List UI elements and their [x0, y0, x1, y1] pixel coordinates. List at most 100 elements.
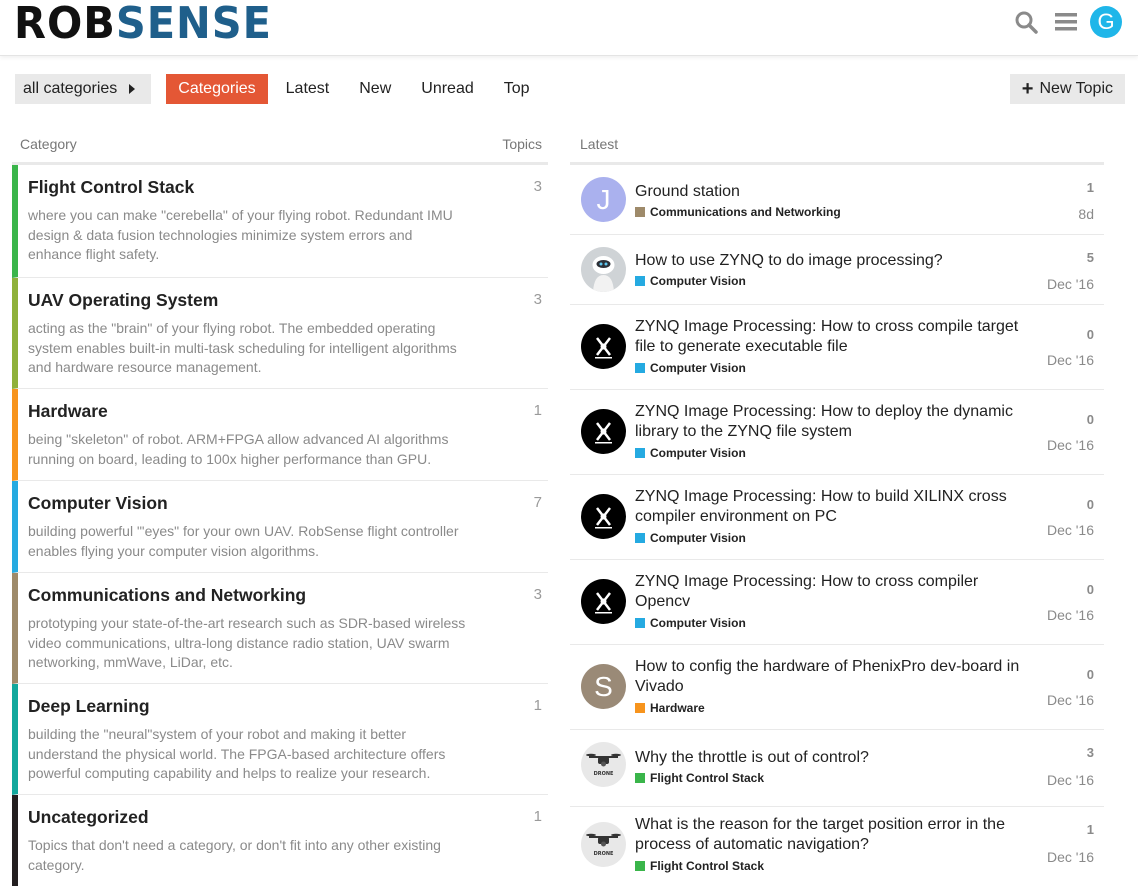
reply-count: 0	[1086, 327, 1094, 342]
topic-category[interactable]: Computer Vision	[635, 531, 746, 545]
category-color-square	[635, 618, 645, 628]
column-topics: Topics	[502, 136, 542, 152]
category-row[interactable]: Communications and Networking prototypin…	[12, 573, 548, 684]
logo-text: ROBSENSE	[14, 2, 272, 42]
topic-category-label: Computer Vision	[650, 274, 746, 288]
category-row[interactable]: Computer Vision building powerful "'eyes…	[12, 481, 548, 573]
topic-category[interactable]: Computer Vision	[635, 361, 746, 375]
category-color-square	[635, 207, 645, 217]
topic-title[interactable]: How to config the hardware of PhenixPro …	[635, 657, 1035, 697]
topic-row[interactable]: ZYNQ Image Processing: How to cross comp…	[570, 560, 1104, 645]
hamburger-icon[interactable]	[1052, 8, 1080, 36]
category-color-square	[635, 533, 645, 543]
reply-count: 1	[1086, 822, 1094, 837]
tab-categories[interactable]: Categories	[166, 74, 268, 104]
reply-count: 0	[1086, 667, 1094, 682]
category-description: building the "neural"system of your robo…	[28, 726, 446, 781]
drone-avatar-text: DRONE	[594, 851, 614, 857]
activity-date: Dec '16	[1046, 772, 1094, 788]
topic-category[interactable]: Hardware	[635, 701, 705, 715]
topic-category[interactable]: Computer Vision	[635, 446, 746, 460]
category-description: where you can make "cerebella" of your f…	[28, 207, 453, 262]
categories-header: Category Topics	[12, 130, 548, 165]
topic-category-label: Computer Vision	[650, 531, 746, 545]
activity-date: Dec '16	[1046, 352, 1094, 368]
topic-category-label: Communications and Networking	[650, 205, 841, 219]
topic-row[interactable]: ZYNQ Image Processing: How to cross comp…	[570, 305, 1104, 390]
category-dropdown[interactable]: all categories	[15, 74, 152, 104]
user-avatar[interactable]: J	[581, 177, 626, 222]
category-row[interactable]: Flight Control Stack where you can make …	[12, 165, 548, 278]
drone-avatar[interactable]: DRONE	[581, 742, 626, 787]
topic-title[interactable]: How to use ZYNQ to do image processing?	[635, 251, 1035, 271]
drone-logo-avatar[interactable]	[581, 324, 626, 369]
activity-date: Dec '16	[1046, 522, 1094, 538]
topic-row[interactable]: ZYNQ Image Processing: How to build XILI…	[570, 475, 1104, 560]
topic-title[interactable]: ZYNQ Image Processing: How to build XILI…	[635, 487, 1035, 527]
tab-unread[interactable]: Unread	[409, 74, 485, 104]
robsense-logo[interactable]: ROBSENSE	[14, 2, 276, 42]
category-row[interactable]: Deep Learning building the "neural"syste…	[12, 684, 548, 795]
topic-row[interactable]: S How to config the hardware of PhenixPr…	[570, 645, 1104, 730]
category-description: building powerful "'eyes" for your own U…	[28, 523, 459, 559]
category-name[interactable]: Flight Control Stack	[28, 177, 508, 198]
topic-category-label: Hardware	[650, 701, 705, 715]
activity-date: Dec '16	[1046, 607, 1094, 623]
category-color-square	[635, 363, 645, 373]
drone-logo-avatar[interactable]	[581, 494, 626, 539]
topic-title[interactable]: Why the throttle is out of control?	[635, 748, 1035, 768]
search-icon[interactable]	[1012, 8, 1040, 36]
topic-row[interactable]: ZYNQ Image Processing: How to deploy the…	[570, 390, 1104, 475]
category-color-square	[635, 773, 645, 783]
topic-category-label: Flight Control Stack	[650, 771, 764, 785]
drone-logo-avatar[interactable]	[581, 579, 626, 624]
topic-title[interactable]: Ground station	[635, 182, 1035, 202]
category-row[interactable]: Uncategorized Topics that don't need a c…	[12, 795, 548, 886]
topic-row[interactable]: J Ground station Communications and Netw…	[570, 165, 1104, 235]
topic-title[interactable]: ZYNQ Image Processing: How to deploy the…	[635, 402, 1035, 442]
drone-avatar[interactable]: DRONE	[581, 822, 626, 867]
category-color-square	[635, 448, 645, 458]
robot-avatar[interactable]	[581, 247, 626, 292]
category-description: Topics that don't need a category, or do…	[28, 837, 441, 873]
topic-category[interactable]: Computer Vision	[635, 616, 746, 630]
navigation-bar: all categories Categories Latest New Unr…	[15, 74, 542, 104]
topic-category[interactable]: Flight Control Stack	[635, 859, 764, 873]
topic-title[interactable]: What is the reason for the target positi…	[635, 815, 1035, 855]
category-name[interactable]: Communications and Networking	[28, 585, 508, 606]
topic-row[interactable]: How to use ZYNQ to do image processing? …	[570, 235, 1104, 305]
category-color-square	[635, 703, 645, 713]
user-avatar[interactable]: G	[1090, 6, 1122, 38]
topic-category-label: Flight Control Stack	[650, 859, 764, 873]
category-row[interactable]: UAV Operating System acting as the "brai…	[12, 278, 548, 389]
topic-category[interactable]: Flight Control Stack	[635, 771, 764, 785]
topic-category[interactable]: Communications and Networking	[635, 205, 841, 219]
category-row[interactable]: Hardware being "skeleton" of robot. ARM+…	[12, 389, 548, 481]
topic-row[interactable]: DRONE What is the reason for the target …	[570, 807, 1104, 886]
reply-count: 3	[1086, 745, 1094, 760]
categories-table: Category Topics Flight Control Stack whe…	[12, 130, 548, 886]
topic-title[interactable]: ZYNQ Image Processing: How to cross comp…	[635, 572, 1035, 612]
topic-category[interactable]: Computer Vision	[635, 274, 746, 288]
category-name[interactable]: Hardware	[28, 401, 508, 422]
topic-title[interactable]: ZYNQ Image Processing: How to cross comp…	[635, 317, 1035, 357]
new-topic-button[interactable]: + New Topic	[1009, 74, 1125, 104]
tab-top[interactable]: Top	[492, 74, 542, 104]
site-header: ROBSENSE G	[0, 0, 1138, 56]
category-name[interactable]: Uncategorized	[28, 807, 508, 828]
topic-category-label: Computer Vision	[650, 446, 746, 460]
category-topic-count: 1	[533, 697, 542, 714]
category-name[interactable]: UAV Operating System	[28, 290, 508, 311]
drone-logo-avatar[interactable]	[581, 409, 626, 454]
category-topic-count: 1	[533, 808, 542, 825]
tab-latest[interactable]: Latest	[274, 74, 342, 104]
category-topic-count: 3	[533, 586, 542, 603]
column-category: Category	[20, 136, 77, 152]
user-initial: G	[1097, 9, 1115, 34]
reply-count: 0	[1086, 412, 1094, 427]
user-avatar[interactable]: S	[581, 664, 626, 709]
category-name[interactable]: Deep Learning	[28, 696, 508, 717]
topic-row[interactable]: DRONE Why the throttle is out of control…	[570, 730, 1104, 807]
tab-new[interactable]: New	[347, 74, 403, 104]
category-name[interactable]: Computer Vision	[28, 493, 508, 514]
